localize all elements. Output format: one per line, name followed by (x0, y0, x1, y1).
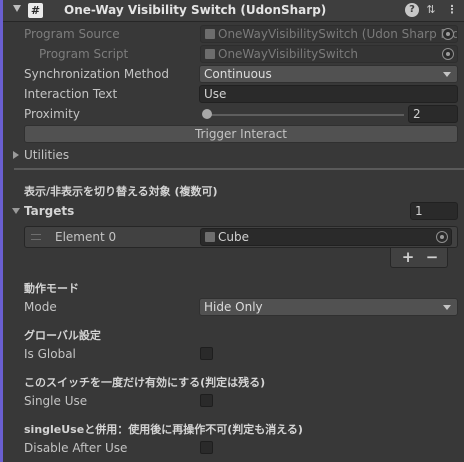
mode-heading: 動作モード (24, 282, 79, 295)
help-icon[interactable]: ? (405, 3, 419, 17)
single-use-label: Single Use (24, 394, 88, 408)
remove-element-button[interactable]: − (422, 248, 442, 268)
interaction-text-input[interactable]: Use (199, 85, 458, 103)
script-icon: # (28, 3, 43, 18)
component-header[interactable]: # One-Way Visibility Switch (UdonSharp) … (3, 0, 464, 22)
component-foldout-icon[interactable] (13, 5, 21, 12)
proximity-slider-track[interactable] (203, 114, 404, 116)
mode-value: Hide Only (204, 300, 263, 314)
asset-icon (205, 29, 215, 39)
sync-method-value: Continuous (204, 67, 272, 81)
program-source-value: OneWayVisibilitySwitch (Udon Sharp Pro (218, 27, 458, 41)
targets-size-input[interactable]: 1 (410, 202, 458, 220)
cube-icon (205, 232, 215, 242)
utilities-foldout-icon[interactable] (13, 151, 19, 159)
is-global-label: Is Global (24, 347, 76, 361)
program-source-field: OneWayVisibilitySwitch (Udon Sharp Pro (200, 25, 458, 43)
targets-heading: 表示/非表示を切り替える対象 (複数可) (24, 185, 218, 198)
section-divider (14, 168, 464, 170)
chevron-down-icon (443, 305, 451, 310)
trigger-interact-button[interactable]: Trigger Interact (24, 125, 458, 143)
targets-label[interactable]: Targets (24, 202, 74, 220)
object-picker-icon[interactable] (436, 231, 448, 243)
single-use-checkbox[interactable] (200, 394, 213, 407)
element-0-label: Element 0 (55, 230, 117, 244)
disable-after-use-heading: singleUseと併用：使用後に再操作不可(判定も消える) (24, 423, 303, 436)
utilities-label[interactable]: Utilities (24, 146, 69, 164)
interaction-text-label: Interaction Text (24, 87, 118, 101)
program-script-label: Program Script (39, 47, 129, 61)
program-script-field: OneWayVisibilitySwitch (200, 45, 458, 63)
list-footer: + − (390, 248, 448, 268)
context-menu-icon[interactable]: ⋮ (445, 3, 459, 17)
add-element-button[interactable]: + (398, 248, 418, 268)
script-file-icon (205, 49, 215, 59)
sync-method-dropdown[interactable]: Continuous (199, 65, 458, 83)
object-picker-icon (442, 48, 454, 60)
targets-list: Element 0 Cube (24, 226, 458, 248)
disable-after-use-checkbox[interactable] (200, 441, 213, 454)
proximity-value-input[interactable]: 2 (408, 105, 458, 123)
chevron-down-icon (443, 72, 451, 77)
single-use-heading: このスイッチを一度だけ有効にする(判定は残る) (24, 376, 266, 389)
sync-method-label: Synchronization Method (24, 67, 169, 81)
object-picker-icon (442, 28, 454, 40)
element-0-value: Cube (218, 230, 249, 244)
targets-foldout-icon[interactable] (12, 208, 20, 214)
presets-icon[interactable]: ⇅ (424, 3, 438, 17)
component-accent-bar (0, 0, 3, 462)
program-source-label: Program Source (24, 27, 120, 41)
mode-label: Mode (24, 300, 57, 314)
is-global-checkbox[interactable] (200, 347, 213, 360)
element-0-field[interactable]: Cube (200, 228, 452, 246)
program-script-value: OneWayVisibilitySwitch (218, 47, 358, 61)
disable-after-use-label: Disable After Use (24, 441, 128, 455)
proximity-slider-thumb[interactable] (202, 109, 212, 119)
component-title: One-Way Visibility Switch (UdonSharp) (64, 3, 327, 17)
mode-dropdown[interactable]: Hide Only (199, 298, 458, 316)
drag-handle-icon[interactable] (31, 234, 41, 240)
proximity-label: Proximity (24, 107, 80, 121)
global-heading: グローバル設定 (24, 329, 101, 342)
